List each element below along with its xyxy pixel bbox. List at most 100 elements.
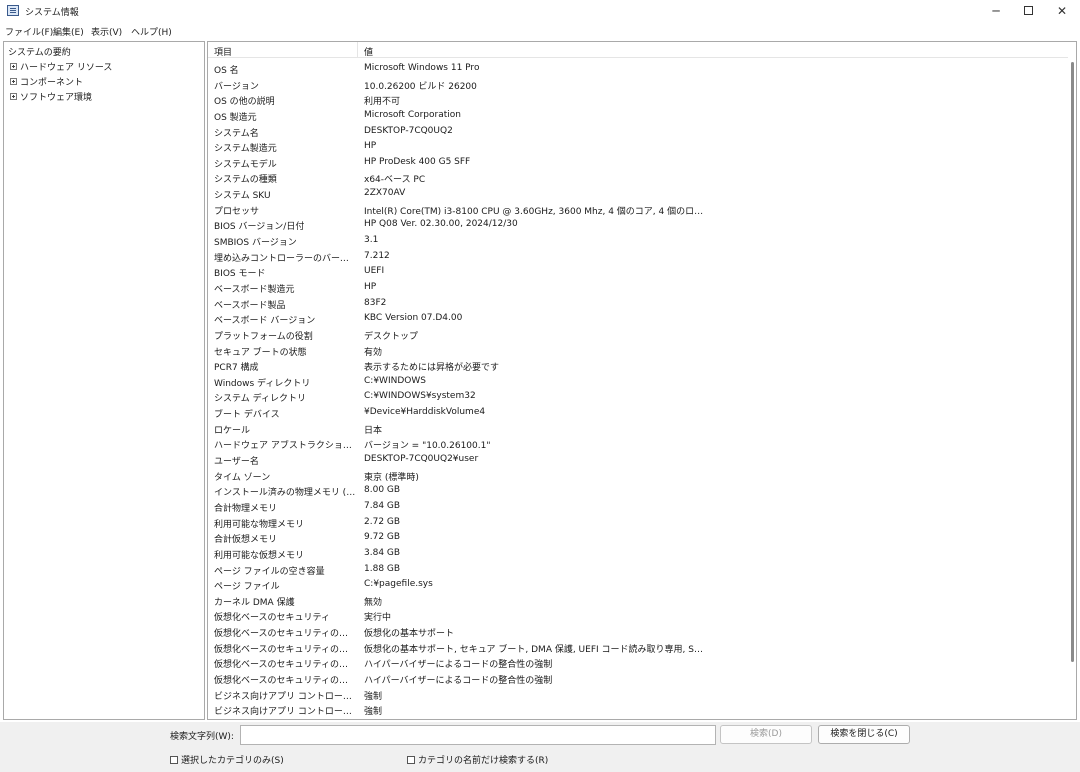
item-cell: ビジネス向けアプリ コントロール ポリ... <box>214 691 356 702</box>
table-row[interactable]: システム SKU 2ZX70AV <box>208 186 1068 202</box>
item-cell: BIOS モード <box>214 269 266 280</box>
table-row[interactable]: ビジネス向けアプリ コントロールのユー... 強制 <box>208 702 1068 718</box>
table-row[interactable]: SMBIOS バージョン 3.1 <box>208 233 1068 249</box>
tree-item-system-summary[interactable]: システムの要約 <box>8 45 71 58</box>
table-row[interactable]: インストール済みの物理メモリ (RAM) 8.00 GB <box>208 483 1068 499</box>
menu-bar: ファイル(F) 編集(E) 表示(V) ヘルプ(H) <box>0 23 1080 39</box>
category-tree[interactable]: システムの要約 ハードウェア リソース コンポーネント ソフトウェア環境 <box>3 41 205 720</box>
find-button[interactable]: 検索(D) <box>720 725 812 744</box>
table-row[interactable]: OS 製造元 Microsoft Corporation <box>208 108 1068 124</box>
table-row[interactable]: システム ディレクトリ C:¥WINDOWS¥system32 <box>208 389 1068 405</box>
table-row[interactable]: 仮想化ベースのセキュリティの必須セ... 仮想化の基本サポート <box>208 624 1068 640</box>
value-cell: 8.00 GB <box>364 485 401 496</box>
table-row[interactable]: OS 名 Microsoft Windows 11 Pro <box>208 61 1068 77</box>
table-row[interactable]: プロセッサ Intel(R) Core(TM) i3-8100 CPU @ 3.6… <box>208 202 1068 218</box>
item-cell: インストール済みの物理メモリ (RAM) <box>214 488 356 499</box>
table-row[interactable]: Windows ディレクトリ C:¥WINDOWS <box>208 374 1068 390</box>
maximize-icon[interactable] <box>1010 0 1046 23</box>
value-cell: Microsoft Corporation <box>364 109 461 120</box>
value-cell: UEFI <box>364 266 385 277</box>
item-cell: OS 製造元 <box>214 112 257 123</box>
scrollbar-thumb[interactable] <box>1071 62 1074 662</box>
table-row[interactable]: システムモデル HP ProDesk 400 G5 SFF <box>208 155 1068 171</box>
expand-icon[interactable] <box>10 63 17 70</box>
value-cell: 強制 <box>364 707 383 718</box>
menu-view[interactable]: 表示(V) <box>91 25 122 38</box>
menu-edit[interactable]: 編集(E) <box>53 25 84 38</box>
table-row[interactable]: システム名 DESKTOP-7CQ0UQ2 <box>208 124 1068 140</box>
table-row[interactable]: 利用可能な物理メモリ 2.72 GB <box>208 515 1068 531</box>
table-row[interactable]: 埋め込みコントローラーのバージョン 7.212 <box>208 249 1068 265</box>
category-names-only-checkbox[interactable]: カテゴリの名前だけ検索する(R) <box>407 753 548 766</box>
value-cell: 83F2 <box>364 297 387 308</box>
item-cell: 仮想化ベースのセキュリティの構成... <box>214 660 356 671</box>
item-cell: OS の他の説明 <box>214 97 275 108</box>
expand-icon[interactable] <box>10 93 17 100</box>
item-cell: SMBIOS バージョン <box>214 238 297 249</box>
table-row[interactable]: BIOS バージョン/日付 HP Q08 Ver. 02.30.00, 2024/… <box>208 217 1068 233</box>
table-row[interactable]: ベースボード バージョン KBC Version 07.D4.00 <box>208 311 1068 327</box>
table-row[interactable]: 仮想化ベースのセキュリティの構成... ハイパーバイザーによるコードの整合性の強制 <box>208 655 1068 671</box>
close-icon[interactable]: ✕ <box>1044 0 1080 23</box>
minimize-icon[interactable]: ─ <box>978 0 1014 23</box>
item-cell: ビジネス向けアプリ コントロールのユー... <box>214 707 356 718</box>
table-row[interactable]: ハードウェア アブストラクション レイヤーバージョン = "10.0.26100… <box>208 436 1068 452</box>
value-cell: バージョン = "10.0.26100.1" <box>364 441 491 452</box>
value-cell: HP <box>364 141 377 152</box>
table-row[interactable]: カーネル DMA 保護 無効 <box>208 593 1068 609</box>
details-list[interactable]: 項目 値 OS 名 Microsoft Windows 11 Pro バージョン 10… <box>207 41 1077 720</box>
table-row[interactable]: セキュア ブートの状態 有効 <box>208 343 1068 359</box>
checkbox-icon[interactable] <box>170 755 178 764</box>
table-row[interactable]: OS の他の説明 利用不可 <box>208 92 1068 108</box>
table-row[interactable]: 利用可能な仮想メモリ 3.84 GB <box>208 546 1068 562</box>
tree-item-components[interactable]: コンポーネント <box>10 75 83 88</box>
table-row[interactable]: ロケール 日本 <box>208 421 1068 437</box>
checkbox-icon[interactable] <box>407 755 415 764</box>
close-find-button[interactable]: 検索を閉じる(C) <box>818 725 910 744</box>
table-row[interactable]: BIOS モード UEFI <box>208 264 1068 280</box>
table-row[interactable]: ベースボード製品 83F2 <box>208 296 1068 312</box>
value-cell: 9.72 GB <box>364 532 401 543</box>
item-cell: ベースボード バージョン <box>214 316 316 327</box>
item-cell: プラットフォームの役割 <box>214 331 313 342</box>
menu-file[interactable]: ファイル(F) <box>5 25 53 38</box>
column-divider[interactable] <box>357 42 358 58</box>
menu-help[interactable]: ヘルプ(H) <box>131 25 172 38</box>
table-row[interactable]: 合計仮想メモリ 9.72 GB <box>208 530 1068 546</box>
table-row[interactable]: ブート デバイス ¥Device¥HarddiskVolume4 <box>208 405 1068 421</box>
table-row[interactable]: 仮想化ベースのセキュリティ 実行中 <box>208 608 1068 624</box>
tree-item-hardware-resources[interactable]: ハードウェア リソース <box>10 60 112 73</box>
table-row[interactable]: 仮想化ベースのセキュリティの実行... ハイパーバイザーによるコードの整合性の強制 <box>208 671 1068 687</box>
item-cell: システム製造元 <box>214 144 277 155</box>
table-row[interactable]: ビジネス向けアプリ コントロール ポリ... 強制 <box>208 687 1068 703</box>
table-row[interactable]: システムの種類 x64-ベース PC <box>208 170 1068 186</box>
table-row[interactable]: システム製造元 HP <box>208 139 1068 155</box>
value-cell: C:¥WINDOWS¥system32 <box>364 391 476 402</box>
vertical-scrollbar[interactable] <box>1069 42 1075 719</box>
column-header-value[interactable]: 値 <box>364 45 373 58</box>
value-cell: ¥Device¥HarddiskVolume4 <box>364 407 486 418</box>
value-cell: 3.84 GB <box>364 547 401 558</box>
table-row[interactable]: 仮想化ベースのセキュリティの利用... 仮想化の基本サポート, セキュア ブート,… <box>208 640 1068 656</box>
tree-item-software-environment[interactable]: ソフトウェア環境 <box>10 90 92 103</box>
table-row[interactable]: バージョン 10.0.26200 ビルド 26200 <box>208 77 1068 93</box>
search-input[interactable] <box>240 725 716 745</box>
item-cell: バージョン <box>214 81 259 92</box>
table-row[interactable]: タイム ゾーン 東京 (標準時) <box>208 468 1068 484</box>
table-row[interactable]: ベースボード製造元 HP <box>208 280 1068 296</box>
item-cell: ハードウェア アブストラクション レイヤー <box>214 441 356 452</box>
table-row[interactable]: 合計物理メモリ 7.84 GB <box>208 499 1068 515</box>
table-row[interactable]: プラットフォームの役割 デスクトップ <box>208 327 1068 343</box>
item-cell: タイム ゾーン <box>214 472 271 483</box>
selected-category-only-checkbox[interactable]: 選択したカテゴリのみ(S) <box>170 753 284 766</box>
item-cell: 仮想化ベースのセキュリティの利用... <box>214 644 356 655</box>
table-row[interactable]: PCR7 構成 表示するためには昇格が必要です <box>208 358 1068 374</box>
table-row[interactable]: ページ ファイルの空き容量 1.88 GB <box>208 562 1068 578</box>
item-cell: ブート デバイス <box>214 410 280 421</box>
item-cell: システム ディレクトリ <box>214 394 306 405</box>
column-header-item[interactable]: 項目 <box>214 45 232 58</box>
table-row[interactable]: ユーザー名 DESKTOP-7CQ0UQ2¥user <box>208 452 1068 468</box>
value-cell: 強制 <box>364 691 383 702</box>
expand-icon[interactable] <box>10 78 17 85</box>
table-row[interactable]: ページ ファイル C:¥pagefile.sys <box>208 577 1068 593</box>
